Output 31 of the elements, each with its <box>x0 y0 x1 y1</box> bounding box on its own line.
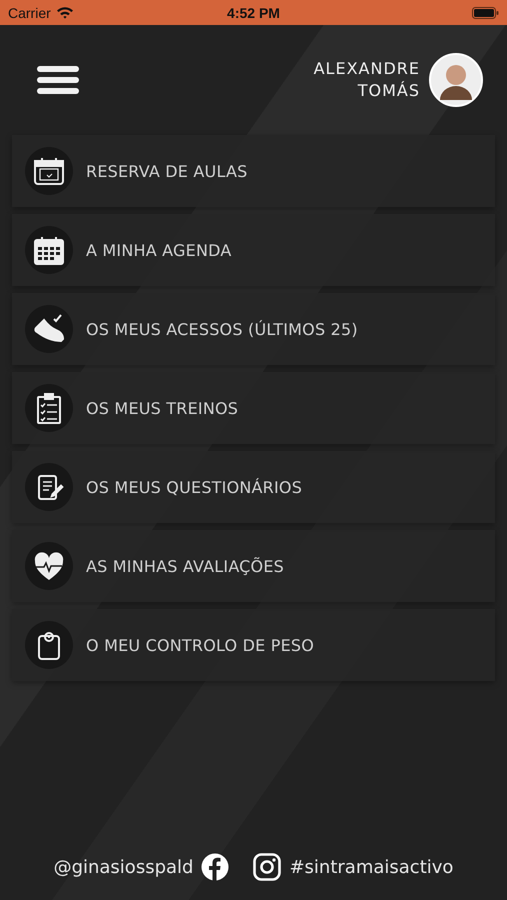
menu-item[interactable]: A MINHA AGENDA <box>12 214 495 286</box>
document-pen-icon <box>25 463 73 511</box>
carrier-label: Carrier <box>8 4 51 20</box>
user-name: ALEXANDRE TOMÁS <box>312 58 420 102</box>
facebook-handle: @ginasiosspald <box>54 856 194 878</box>
calendar-check-icon <box>25 147 73 195</box>
sneaker-icon <box>25 305 73 353</box>
clock-time: 4:52 PM <box>227 4 280 20</box>
calendar-icon <box>25 226 73 274</box>
menu-item-label: OS MEUS QUESTIONÁRIOS <box>86 478 302 496</box>
menu-item-label: O MEU CONTROLO DE PESO <box>86 636 314 654</box>
facebook-icon[interactable] <box>201 853 230 881</box>
wifi-icon <box>56 6 74 19</box>
menu-item[interactable]: OS MEUS TREINOS <box>12 372 495 444</box>
hashtag-text: #sintramaisactivo <box>289 856 454 878</box>
menu-item-label: OS MEUS TREINOS <box>86 398 238 418</box>
menu-item-label: OS MEUS ACESSOS (ÚLTIMOS 25) <box>86 320 358 338</box>
avatar-icon[interactable] <box>429 53 483 107</box>
menu-item[interactable]: OS MEUS ACESSOS (ÚLTIMOS 25) <box>12 293 495 365</box>
menu-button[interactable] <box>36 63 80 97</box>
menu-item[interactable]: AS MINHAS AVALIAÇÕES <box>12 530 495 602</box>
menu-item-label: A MINHA AGENDA <box>86 240 232 260</box>
clipboard-checklist-icon <box>25 384 73 432</box>
menu-item[interactable]: O MEU CONTROLO DE PESO <box>12 609 495 681</box>
instagram-icon[interactable] <box>253 853 282 881</box>
heart-pulse-icon <box>25 542 73 590</box>
menu-item-label: AS MINHAS AVALIAÇÕES <box>86 556 284 576</box>
menu-item[interactable]: RESERVA DE AULAS <box>12 135 495 207</box>
battery-icon <box>472 6 499 18</box>
menu-item-label: RESERVA DE AULAS <box>86 162 248 180</box>
menu-item[interactable]: OS MEUS QUESTIONÁRIOS <box>12 451 495 523</box>
